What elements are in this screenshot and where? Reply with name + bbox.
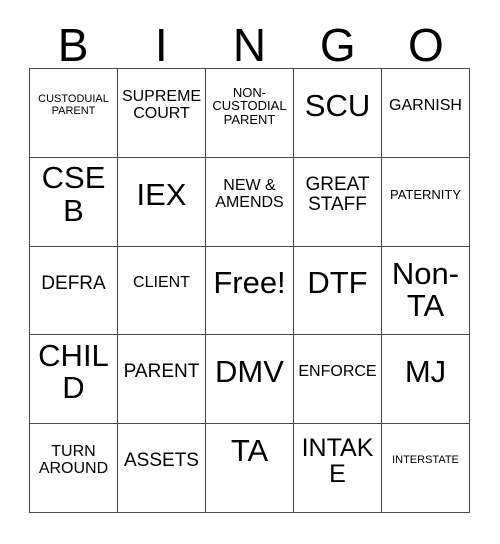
bingo-cell[interactable]: INTERSTATE bbox=[382, 424, 470, 513]
bingo-cell-label: DEFRA bbox=[41, 272, 106, 294]
bingo-cell-label: DMV bbox=[215, 354, 284, 390]
header-letter-i: I bbox=[154, 19, 168, 71]
header-letter-g: G bbox=[319, 19, 356, 71]
bingo-cell[interactable]: DTF bbox=[294, 246, 382, 336]
bingo-cell[interactable]: CLIENT bbox=[118, 246, 206, 336]
bingo-cell-label: SUPREME COURT bbox=[121, 88, 202, 122]
bingo-cell[interactable]: CUSTODUIAL PARENT bbox=[30, 69, 118, 158]
bingo-card: B I N G O CUSTODUIAL PARENT SUPREME COUR… bbox=[29, 10, 470, 513]
bingo-cell-label: MJ bbox=[404, 354, 447, 390]
bingo-cell[interactable]: ASSETS bbox=[118, 424, 206, 513]
bingo-cell[interactable]: TURN AROUND bbox=[30, 424, 118, 513]
bingo-cell-label: TA bbox=[230, 432, 269, 468]
bingo-cell-label: Free! bbox=[213, 265, 286, 301]
bingo-cell[interactable]: IEX bbox=[118, 157, 206, 247]
bingo-cell-label: PATERNITY bbox=[389, 186, 462, 202]
bingo-cell-label: CSEB bbox=[41, 160, 106, 228]
bingo-cell-label: ASSETS bbox=[124, 450, 199, 472]
bingo-row: DEFRA CLIENT Free! DTF Non-TA bbox=[30, 246, 470, 336]
bingo-cell[interactable]: TA bbox=[206, 424, 294, 513]
header-letter-o: O bbox=[408, 19, 444, 71]
bingo-row: CHILD PARENT DMV ENFORCE MJ bbox=[30, 335, 470, 425]
bingo-cell-label: GARNISH bbox=[389, 96, 462, 114]
bingo-grid: CUSTODUIAL PARENT SUPREME COURT NON-CUST… bbox=[29, 68, 470, 513]
bingo-row: TURN AROUND ASSETS TA INTAKE INTERSTATE bbox=[30, 424, 470, 513]
bingo-cell[interactable]: SUPREME COURT bbox=[118, 69, 206, 158]
bingo-cell[interactable]: PARENT bbox=[118, 335, 206, 425]
bingo-cell[interactable]: NON-CUSTODIAL PARENT bbox=[206, 69, 294, 158]
bingo-cell-free[interactable]: Free! bbox=[206, 246, 294, 336]
bingo-cell[interactable]: CHILD bbox=[30, 335, 118, 425]
bingo-cell[interactable]: SCU bbox=[294, 69, 382, 158]
bingo-cell-label: GREAT STAFF bbox=[305, 173, 370, 215]
bingo-cell-label: CHILD bbox=[38, 338, 109, 406]
bingo-row: CUSTODUIAL PARENT SUPREME COURT NON-CUST… bbox=[30, 69, 470, 158]
bingo-cell-label: Non-TA bbox=[391, 256, 460, 324]
bingo-cell[interactable]: DEFRA bbox=[30, 246, 118, 336]
bingo-cell[interactable]: NEW & AMENDS bbox=[206, 157, 294, 247]
bingo-cell-label: IEX bbox=[136, 176, 187, 212]
bingo-cell[interactable]: ENFORCE bbox=[294, 335, 382, 425]
bingo-cell-label: INTAKE bbox=[301, 434, 374, 489]
bingo-cell[interactable]: MJ bbox=[382, 335, 470, 425]
bingo-cell-label: DTF bbox=[307, 265, 368, 301]
bingo-cell[interactable]: Non-TA bbox=[382, 246, 470, 336]
bingo-header: B I N G O bbox=[29, 10, 470, 68]
bingo-cell-label: SCU bbox=[304, 87, 371, 123]
header-letter-b: B bbox=[57, 19, 89, 71]
bingo-cell-label: PARENT bbox=[123, 361, 200, 383]
bingo-row: CSEB IEX NEW & AMENDS GREAT STAFF PATERN… bbox=[30, 157, 470, 247]
bingo-cell[interactable]: GARNISH bbox=[382, 69, 470, 158]
bingo-cell-label: NEW & AMENDS bbox=[215, 177, 284, 211]
bingo-cell-label: INTERSTATE bbox=[392, 454, 459, 467]
bingo-cell-label: CLIENT bbox=[133, 274, 190, 292]
bingo-cell-label: CUSTODUIAL PARENT bbox=[38, 93, 109, 117]
header-letter-n: N bbox=[232, 19, 267, 71]
bingo-cell[interactable]: CSEB bbox=[30, 157, 118, 247]
bingo-cell[interactable]: DMV bbox=[206, 335, 294, 425]
bingo-cell-label: TURN AROUND bbox=[38, 443, 109, 478]
bingo-cell[interactable]: INTAKE bbox=[294, 424, 382, 513]
bingo-cell[interactable]: PATERNITY bbox=[382, 157, 470, 247]
bingo-cell-label: NON-CUSTODIAL PARENT bbox=[212, 84, 287, 127]
bingo-cell[interactable]: GREAT STAFF bbox=[294, 157, 382, 247]
bingo-cell-label: ENFORCE bbox=[298, 362, 377, 380]
